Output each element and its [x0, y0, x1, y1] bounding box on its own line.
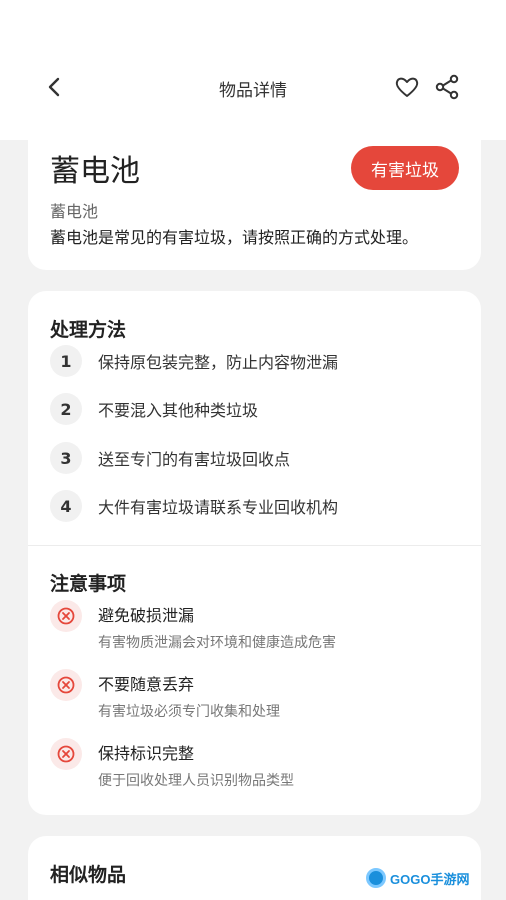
- warning-x-icon: [50, 669, 82, 701]
- note-title: 保持标识完整: [98, 744, 195, 763]
- disposal-card: 处理方法 1 保持原包装完整，防止内容物泄漏 2 不要混入其他种类垃圾 3 送至…: [28, 291, 481, 815]
- note-title: 不要随意丢弃: [98, 675, 195, 694]
- watermark-icon: [366, 868, 386, 888]
- category-badge: 有害垃圾: [351, 146, 459, 190]
- step-text: 送至专门的有害垃圾回收点: [98, 450, 291, 469]
- warning-x-icon: [50, 600, 82, 632]
- share-icon[interactable]: [434, 74, 460, 100]
- similar-title: 相似物品: [50, 864, 127, 886]
- step-number: 3: [50, 442, 82, 474]
- methods-title: 处理方法: [50, 319, 127, 341]
- step-text: 保持原包装完整，防止内容物泄漏: [98, 353, 339, 372]
- note-text: 便于回收处理人员识别物品类型: [98, 773, 294, 789]
- step-text: 不要混入其他种类垃圾: [98, 401, 259, 420]
- watermark-logo: GOGO手游网: [366, 862, 474, 894]
- item-name: 蓄电池: [50, 154, 140, 189]
- note-text: 有害物质泄漏会对环境和健康造成危害: [98, 635, 336, 651]
- method-step: 4 大件有害垃圾请联系专业回收机构: [50, 489, 338, 523]
- method-step: 2 不要混入其他种类垃圾: [50, 392, 258, 426]
- notes-title: 注意事项: [50, 573, 127, 595]
- top-bar: 物品详情: [0, 0, 506, 140]
- step-number: 4: [50, 490, 82, 522]
- note-title: 避免破损泄漏: [98, 606, 195, 625]
- method-step: 1 保持原包装完整，防止内容物泄漏: [50, 344, 338, 378]
- heart-icon[interactable]: [394, 74, 420, 100]
- item-summary-card: 蓄电池 有害垃圾 蓄电池 蓄电池是常见的有害垃圾，请按照正确的方式处理。: [28, 120, 481, 270]
- page-title: 物品详情: [219, 81, 287, 101]
- section-divider: [28, 545, 481, 546]
- step-number: 2: [50, 393, 82, 425]
- warning-x-icon: [50, 738, 82, 770]
- step-text: 大件有害垃圾请联系专业回收机构: [98, 498, 339, 517]
- step-number: 1: [50, 345, 82, 377]
- method-step: 3 送至专门的有害垃圾回收点: [50, 441, 290, 475]
- item-subtitle: 蓄电池: [50, 202, 99, 221]
- note-text: 有害垃圾必须专门收集和处理: [98, 704, 280, 720]
- watermark-text: GOGO手游网: [390, 871, 470, 887]
- item-description: 蓄电池是常见的有害垃圾，请按照正确的方式处理。: [50, 228, 419, 247]
